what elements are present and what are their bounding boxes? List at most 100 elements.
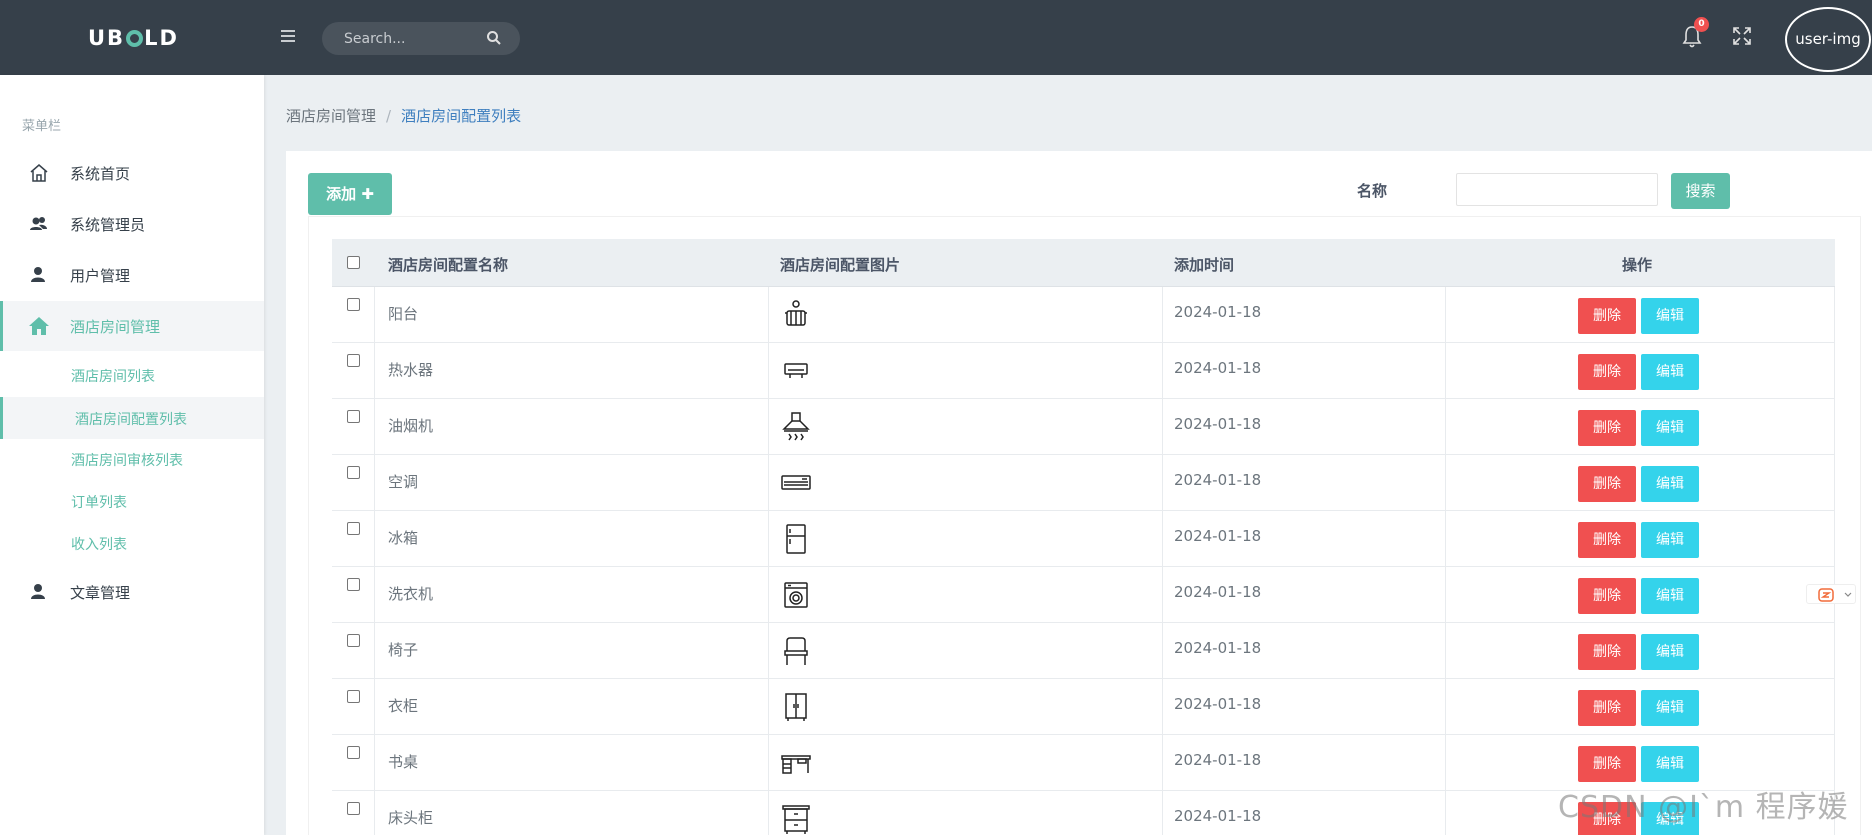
delete-button[interactable]: 删除 <box>1578 634 1636 670</box>
sidebar-item-label: 系统首页 <box>70 165 131 183</box>
cell-divider <box>1834 343 1835 399</box>
row-name: 床头柜 <box>388 809 434 827</box>
name-filter-input[interactable] <box>1456 173 1658 206</box>
delete-button[interactable]: 删除 <box>1578 354 1636 390</box>
floating-widget[interactable] <box>1806 584 1856 604</box>
row-name: 冰箱 <box>388 529 419 547</box>
search-icon[interactable] <box>486 30 502 46</box>
cell-divider <box>374 679 375 735</box>
column-header-time: 添加时间 <box>1174 256 1235 274</box>
sidebar-item-admins[interactable]: 系统管理员 <box>0 199 264 249</box>
row-checkbox[interactable] <box>347 466 360 479</box>
search-input[interactable] <box>344 22 484 55</box>
plus-icon: ✚ <box>361 185 374 203</box>
edit-button[interactable]: 编辑 <box>1641 466 1699 502</box>
edit-button[interactable]: 编辑 <box>1641 634 1699 670</box>
menu-toggle-icon[interactable] <box>278 26 298 46</box>
row-checkbox[interactable] <box>347 522 360 535</box>
row-time: 2024-01-18 <box>1174 639 1262 657</box>
breadcrumb-parent[interactable]: 酒店房间管理 <box>286 107 376 125</box>
row-name: 空调 <box>388 473 419 491</box>
sidebar-item-home[interactable]: 系统首页 <box>0 148 264 198</box>
edit-button[interactable]: 编辑 <box>1641 410 1699 446</box>
topbar: UB LD 0 user-img <box>0 0 1872 75</box>
row-checkbox[interactable] <box>347 298 360 311</box>
select-all-checkbox[interactable] <box>347 256 360 269</box>
edit-button[interactable]: 编辑 <box>1641 578 1699 614</box>
search-button[interactable]: 搜索 <box>1671 173 1730 209</box>
sidebar-subitem-label: 酒店房间配置列表 <box>75 412 187 428</box>
delete-button[interactable]: 删除 <box>1578 410 1636 446</box>
edit-button[interactable]: 编辑 <box>1641 746 1699 782</box>
cell-divider <box>768 791 769 835</box>
cell-divider <box>768 679 769 735</box>
logo[interactable]: UB LD <box>88 26 179 50</box>
delete-button[interactable]: 删除 <box>1578 578 1636 614</box>
table-row: 冰箱 2024-01-18 删除 编辑 <box>332 511 1835 567</box>
cell-divider <box>1445 399 1446 455</box>
table-row: 衣柜 2024-01-18 删除 编辑 <box>332 679 1835 735</box>
breadcrumb-current: 酒店房间配置列表 <box>401 107 522 125</box>
delete-button[interactable]: 删除 <box>1578 298 1636 334</box>
sidebar-subitem-income-list[interactable]: 收入列表 <box>0 522 264 564</box>
cell-divider <box>1834 399 1835 455</box>
row-checkbox[interactable] <box>347 354 360 367</box>
table-row: 椅子 2024-01-18 删除 编辑 <box>332 623 1835 679</box>
row-name: 衣柜 <box>388 697 419 715</box>
table-row: 阳台 2024-01-18 删除 编辑 <box>332 287 1835 343</box>
avatar[interactable]: user-img <box>1785 7 1871 72</box>
cell-divider <box>768 623 769 679</box>
row-time: 2024-01-18 <box>1174 303 1262 321</box>
cell-divider <box>1162 287 1163 343</box>
sidebar-subitem-room-list[interactable]: 酒店房间列表 <box>0 354 264 396</box>
cell-divider <box>1162 511 1163 567</box>
search-box <box>322 22 520 55</box>
table-row: 油烟机 2024-01-18 删除 编辑 <box>332 399 1835 455</box>
range-hood-icon <box>780 411 812 443</box>
nightstand-icon <box>780 803 812 835</box>
name-filter-label: 名称 <box>1357 182 1388 200</box>
row-name: 阳台 <box>388 305 419 323</box>
edit-button[interactable]: 编辑 <box>1641 690 1699 726</box>
row-time: 2024-01-18 <box>1174 471 1262 489</box>
edit-button[interactable]: 编辑 <box>1641 354 1699 390</box>
row-checkbox[interactable] <box>347 746 360 759</box>
add-button[interactable]: 添加 ✚ <box>308 173 392 215</box>
row-checkbox[interactable] <box>347 802 360 815</box>
add-button-label: 添加 <box>326 185 357 203</box>
cell-divider <box>1445 791 1446 835</box>
fridge-icon <box>780 523 812 555</box>
cell-divider <box>768 455 769 511</box>
cell-divider <box>768 567 769 623</box>
row-name: 热水器 <box>388 361 434 379</box>
edit-button[interactable]: 编辑 <box>1641 298 1699 334</box>
row-checkbox[interactable] <box>347 410 360 423</box>
cell-divider <box>374 455 375 511</box>
cell-divider <box>1834 287 1835 343</box>
row-checkbox[interactable] <box>347 578 360 591</box>
row-checkbox[interactable] <box>347 690 360 703</box>
row-name: 油烟机 <box>388 417 434 435</box>
edit-button[interactable]: 编辑 <box>1641 522 1699 558</box>
row-checkbox[interactable] <box>347 634 360 647</box>
sidebar-subitem-room-config-list[interactable]: 酒店房间配置列表 <box>0 397 264 439</box>
column-header-image: 酒店房间配置图片 <box>780 256 901 274</box>
sidebar-subitem-room-review-list[interactable]: 酒店房间审核列表 <box>0 438 264 480</box>
user-icon <box>28 265 50 285</box>
sidebar-item-articles[interactable]: 文章管理 <box>0 567 264 617</box>
sidebar-subitem-order-list[interactable]: 订单列表 <box>0 480 264 522</box>
delete-button[interactable]: 删除 <box>1578 466 1636 502</box>
cell-divider <box>768 399 769 455</box>
cell-divider <box>374 735 375 791</box>
cell-divider <box>768 511 769 567</box>
delete-button[interactable]: 删除 <box>1578 746 1636 782</box>
sidebar-item-hotel-rooms[interactable]: 酒店房间管理 <box>0 301 264 351</box>
sidebar-item-users[interactable]: 用户管理 <box>0 250 264 300</box>
delete-button[interactable]: 删除 <box>1578 690 1636 726</box>
cell-divider <box>374 399 375 455</box>
fullscreen-icon[interactable] <box>1731 25 1753 47</box>
row-name: 洗衣机 <box>388 585 434 603</box>
csdn-watermark: CSDN @I`m 程序媛 <box>1558 790 1849 825</box>
cell-divider <box>1445 735 1446 791</box>
delete-button[interactable]: 删除 <box>1578 522 1636 558</box>
